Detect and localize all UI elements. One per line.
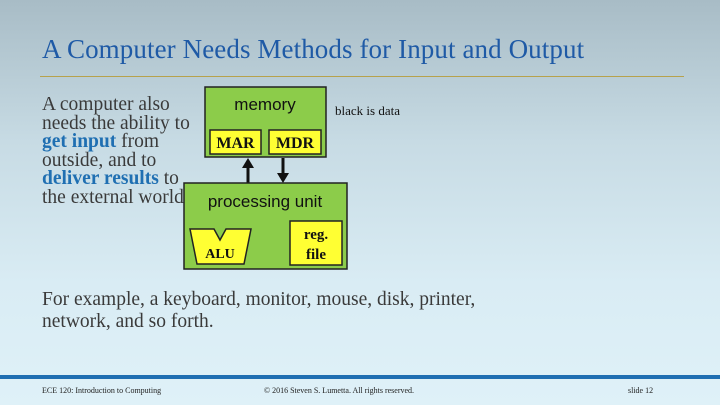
register-file-label-line2: file: [306, 247, 326, 263]
data-arrow-down: [277, 158, 289, 183]
address-arrow-up: [242, 158, 254, 183]
alu-label: ALU: [205, 247, 235, 262]
footer-divider: [0, 375, 720, 379]
mdr-label: MDR: [276, 135, 315, 152]
black-is-data-note: black is data: [335, 103, 400, 118]
footer-course: ECE 120: Introduction to Computing: [42, 386, 162, 395]
memory-label: memory: [234, 95, 296, 114]
computer-diagram: memory MAR MDR processing unit ALU reg. …: [183, 86, 400, 270]
register-file-label-line1: reg.: [304, 227, 329, 243]
mar-label: MAR: [216, 135, 255, 152]
processing-unit-label: processing unit: [208, 192, 323, 211]
footer-copyright: © 2016 Steven S. Lumetta. All rights res…: [264, 386, 415, 395]
footer-slide-number: slide 12: [628, 386, 654, 395]
